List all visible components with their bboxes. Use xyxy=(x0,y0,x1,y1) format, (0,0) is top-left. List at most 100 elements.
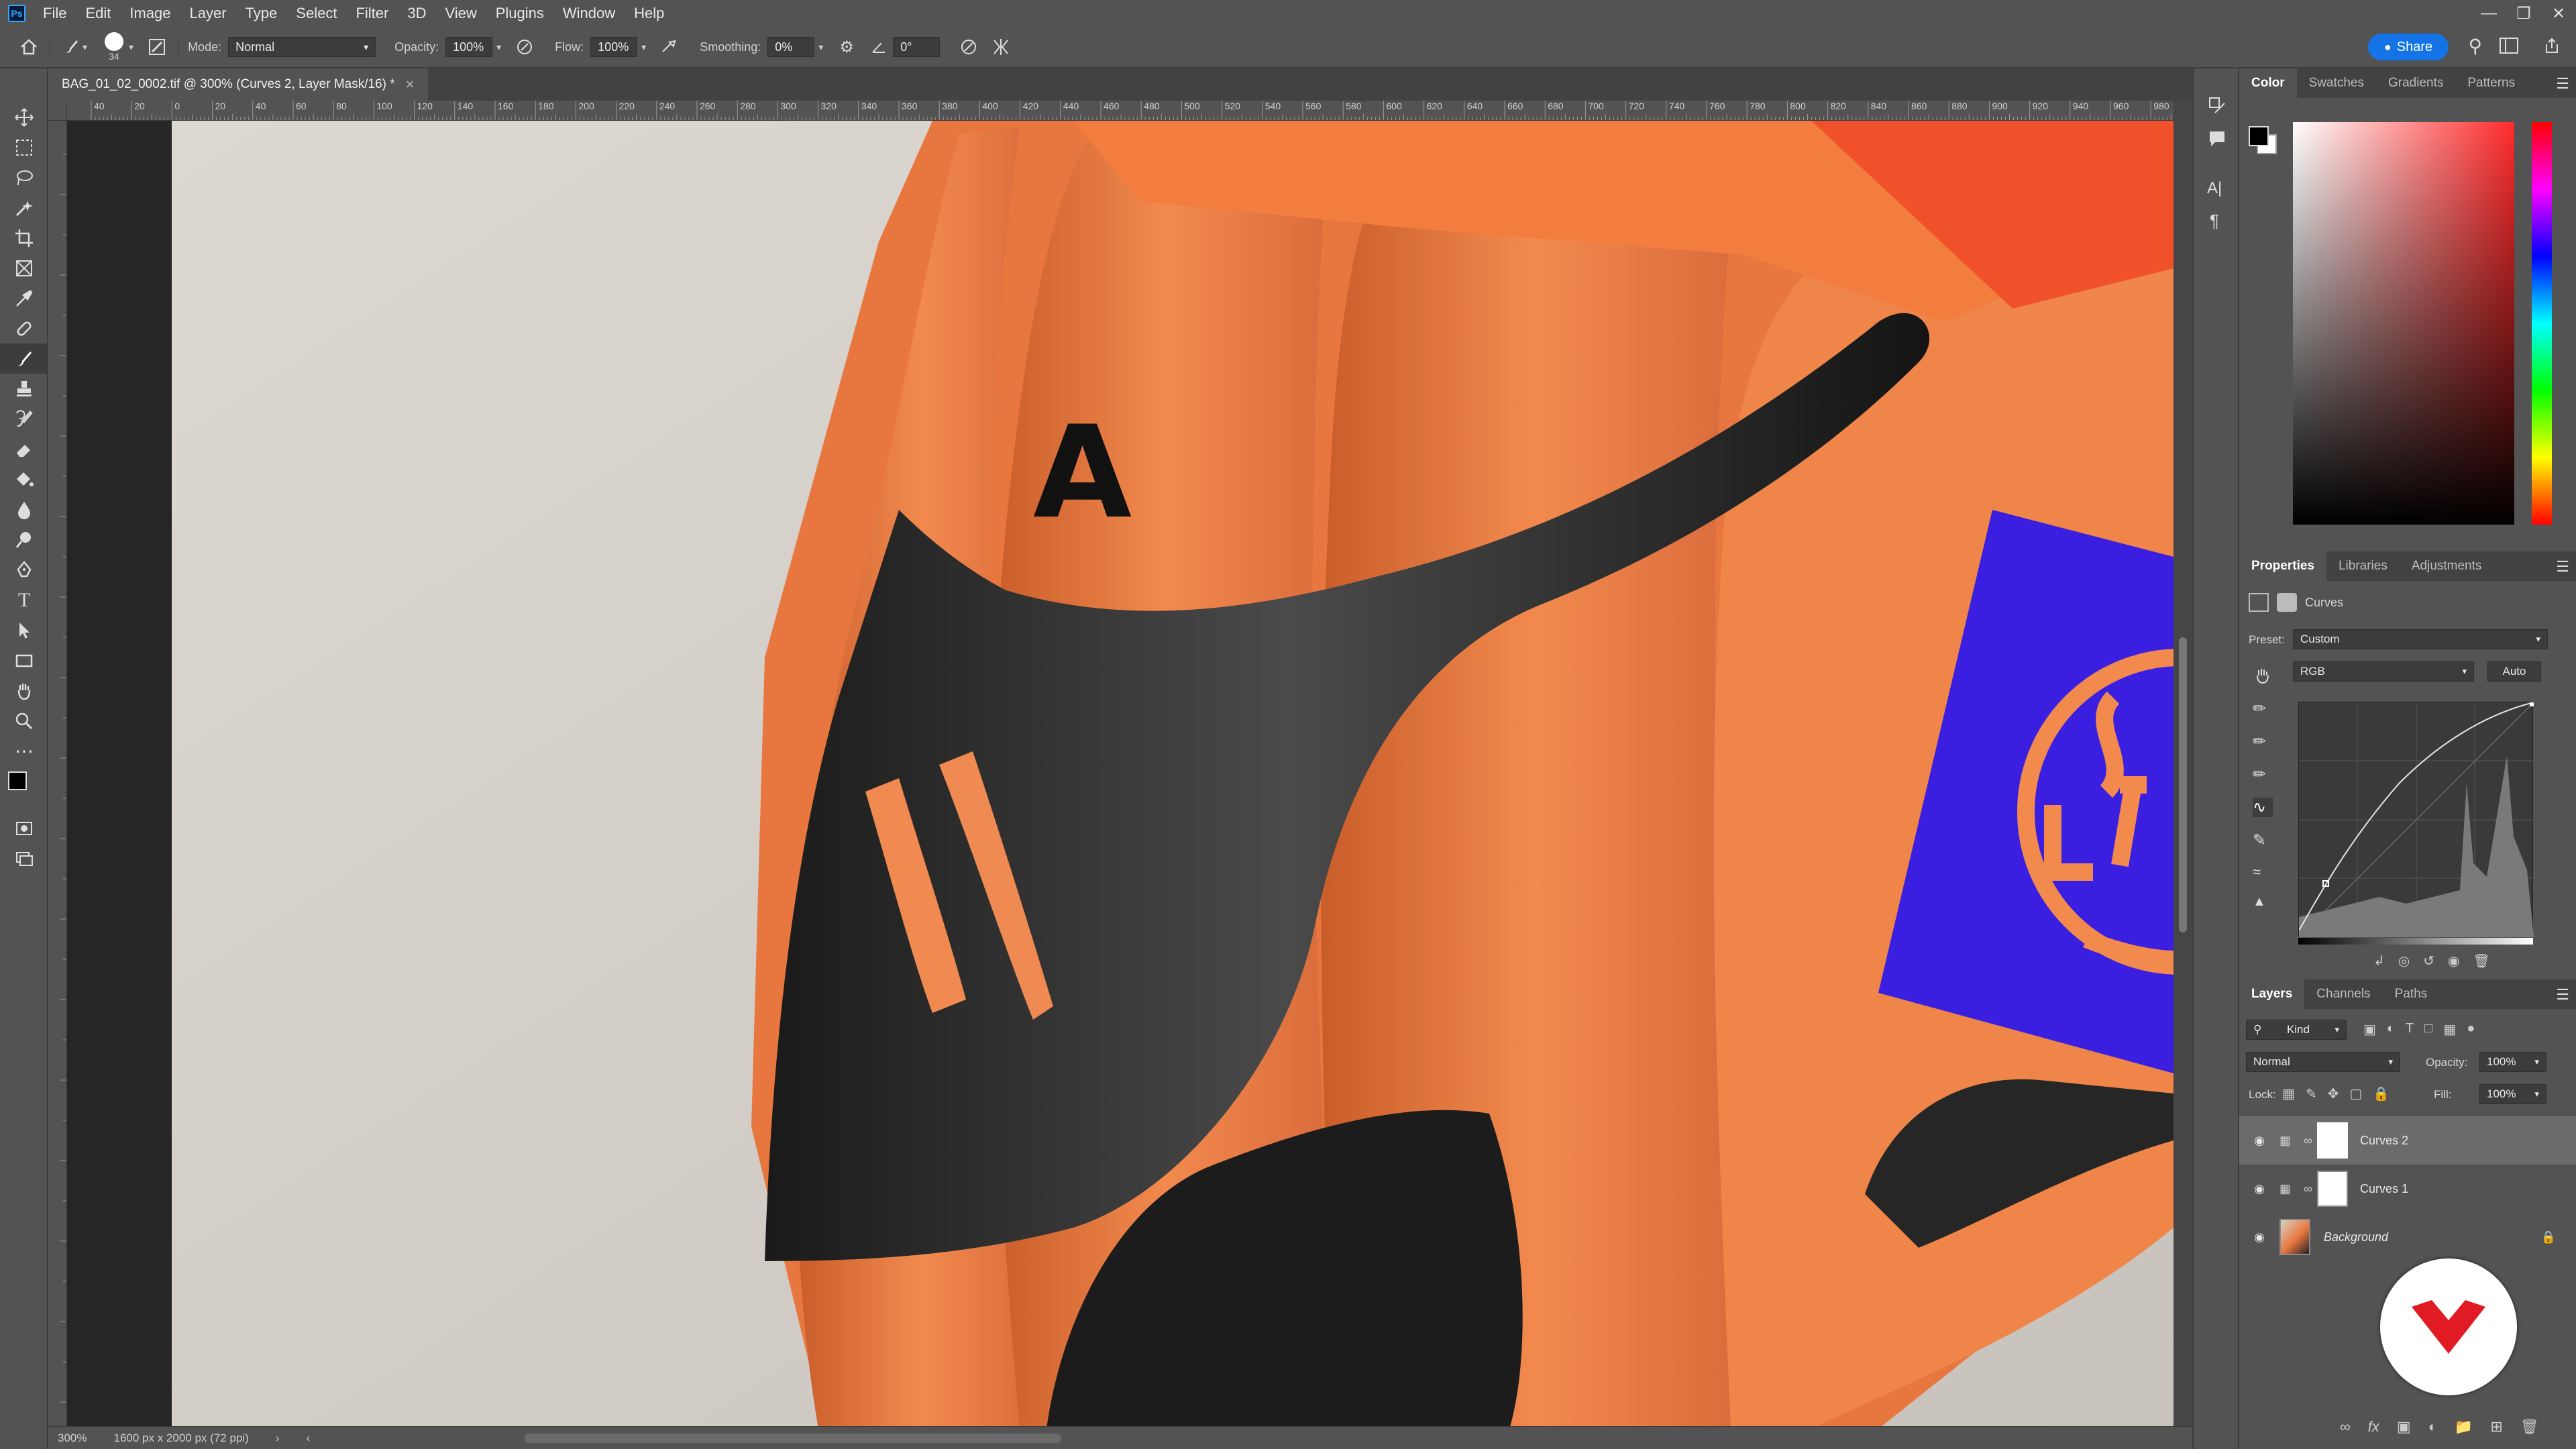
fill-input[interactable]: 100% ▾ xyxy=(2479,1084,2546,1104)
angle-input[interactable]: 0° xyxy=(893,37,941,57)
tab-libraries[interactable]: Libraries xyxy=(2326,551,2400,581)
delete-layer-icon[interactable]: 🗑 xyxy=(2520,1418,2539,1436)
home-icon[interactable] xyxy=(17,36,40,58)
symmetry-icon[interactable] xyxy=(989,36,1012,58)
workspace-icon[interactable] xyxy=(2496,34,2522,58)
tab-layers[interactable]: Layers xyxy=(2239,979,2305,1009)
tab-swatches[interactable]: Swatches xyxy=(2297,68,2376,98)
blur-tool-icon[interactable] xyxy=(0,494,48,525)
menu-view[interactable]: View xyxy=(435,5,486,22)
reset-icon[interactable]: ↺ xyxy=(2423,953,2434,969)
smoothing-options-gear-icon[interactable]: ⚙ xyxy=(835,36,858,58)
menu-filter[interactable]: Filter xyxy=(346,5,398,22)
quick-mask-icon[interactable] xyxy=(0,813,48,843)
panel-menu-icon[interactable]: ☰ xyxy=(2556,558,2569,576)
restore-icon[interactable]: ❐ xyxy=(2506,0,2541,27)
view-previous-state-icon[interactable]: ◎ xyxy=(2398,953,2410,969)
layer-thumbnail[interactable] xyxy=(2279,1219,2310,1255)
filter-toggle-icon[interactable]: ● xyxy=(2467,1021,2475,1038)
panel-menu-icon[interactable]: ☰ xyxy=(2556,986,2569,1004)
layer-row-curves-2[interactable]: ◉ ▦ ∞ Curves 2 xyxy=(2239,1116,2576,1165)
crop-tool-icon[interactable] xyxy=(0,223,48,253)
dropdown-arrow-icon[interactable]: ▾ xyxy=(83,42,87,53)
share-export-icon[interactable] xyxy=(2538,34,2565,58)
brush-tool-icon[interactable] xyxy=(0,343,48,374)
layer-name[interactable]: Background xyxy=(2324,1230,2388,1244)
vertical-scrollbar[interactable] xyxy=(2174,101,2192,1426)
visibility-eye-icon[interactable]: ◉ xyxy=(2239,1134,2279,1148)
scroll-left-icon[interactable]: ‹ xyxy=(306,1432,310,1445)
filter-type-icon[interactable]: T xyxy=(2406,1021,2414,1038)
history-panel-icon[interactable] xyxy=(2207,95,2227,115)
document-canvas[interactable]: A xyxy=(67,121,2174,1429)
brush-settings-icon[interactable] xyxy=(146,36,168,58)
layer-name[interactable]: Curves 1 xyxy=(2360,1182,2408,1196)
curve-points-icon[interactable]: ∿ xyxy=(2253,798,2273,817)
lock-all-icon[interactable]: 🔒 xyxy=(2373,1085,2390,1102)
curve-point[interactable] xyxy=(2530,702,2534,706)
visibility-eye-icon[interactable]: ◉ xyxy=(2239,1182,2279,1196)
pressure-size-icon[interactable] xyxy=(957,36,980,58)
menu-help[interactable]: Help xyxy=(625,5,674,22)
foreground-color-swatch[interactable] xyxy=(8,771,27,790)
dropdown-arrow-icon[interactable]: ▾ xyxy=(129,42,133,53)
dodge-tool-icon[interactable] xyxy=(0,525,48,555)
new-group-icon[interactable]: 📁 xyxy=(2455,1418,2473,1436)
zoom-level[interactable]: 300% xyxy=(58,1432,87,1445)
mode-select[interactable]: Normal ▾ xyxy=(228,37,376,57)
close-icon[interactable]: ✕ xyxy=(2541,0,2576,27)
white-point-eyedropper-icon[interactable]: ✏ xyxy=(2253,765,2273,784)
layer-mask-thumbnail[interactable] xyxy=(2317,1171,2348,1207)
filter-adjustment-icon[interactable]: ◐ xyxy=(2387,1021,2395,1038)
flow-input[interactable]: 100% xyxy=(590,37,638,57)
layer-filter-select[interactable]: ⚲ Kind ▾ xyxy=(2246,1020,2347,1040)
pencil-draw-curve-icon[interactable]: ✎ xyxy=(2253,830,2273,850)
clipping-warning-icon[interactable]: ▲ xyxy=(2253,894,2273,910)
color-picker-field[interactable] xyxy=(2293,122,2514,525)
layer-mask-thumbnail[interactable] xyxy=(2317,1122,2348,1159)
visibility-eye-icon[interactable]: ◉ xyxy=(2448,953,2459,969)
tab-gradients[interactable]: Gradients xyxy=(2376,68,2455,98)
lock-transparent-icon[interactable]: ▦ xyxy=(2282,1085,2295,1102)
tab-adjustments[interactable]: Adjustments xyxy=(2400,551,2494,581)
clone-stamp-tool-icon[interactable] xyxy=(0,374,48,404)
eraser-tool-icon[interactable] xyxy=(0,434,48,464)
smoothing-input[interactable]: 0% xyxy=(767,37,815,57)
black-point-eyedropper-icon[interactable]: ✏ xyxy=(2253,699,2273,718)
paint-bucket-tool-icon[interactable] xyxy=(0,464,48,494)
zoom-tool-icon[interactable] xyxy=(0,706,48,736)
opacity-input[interactable]: 100% xyxy=(445,37,493,57)
curves-graph[interactable] xyxy=(2298,702,2534,938)
filter-pixel-icon[interactable]: ▣ xyxy=(2363,1021,2376,1038)
document-tab[interactable]: BAG_01_02_0002.tif @ 300% (Curves 2, Lay… xyxy=(48,68,428,101)
horizontal-scrollbar-thumb[interactable] xyxy=(525,1433,1062,1443)
menu-file[interactable]: File xyxy=(34,5,76,22)
object-selection-tool-icon[interactable] xyxy=(0,193,48,223)
more-tools-icon[interactable]: ⋯ xyxy=(0,736,48,766)
lock-position-icon[interactable]: ✥ xyxy=(2328,1085,2339,1102)
paragraph-panel-icon[interactable]: ¶ xyxy=(2210,211,2230,231)
minimize-icon[interactable]: — xyxy=(2471,0,2506,27)
panel-menu-icon[interactable]: ☰ xyxy=(2556,75,2569,93)
dropdown-arrow-icon[interactable]: ▾ xyxy=(496,42,501,53)
lock-artboard-icon[interactable]: ▢ xyxy=(2349,1085,2362,1102)
character-panel-icon[interactable]: A| xyxy=(2207,179,2227,199)
layer-row-background[interactable]: ◉ Background 🔒 xyxy=(2239,1213,2576,1261)
lasso-tool-icon[interactable] xyxy=(0,162,48,193)
dropdown-arrow-icon[interactable]: ▾ xyxy=(818,42,823,53)
frame-tool-icon[interactable] xyxy=(0,253,48,283)
dropdown-arrow-icon[interactable]: ▾ xyxy=(641,42,646,53)
blend-mode-select[interactable]: Normal ▾ xyxy=(2246,1052,2400,1072)
rectangle-tool-icon[interactable] xyxy=(0,645,48,676)
path-selection-tool-icon[interactable] xyxy=(0,615,48,645)
menu-type[interactable]: Type xyxy=(236,5,287,22)
marquee-tool-icon[interactable] xyxy=(0,132,48,162)
pen-tool-icon[interactable] xyxy=(0,555,48,585)
airbrush-icon[interactable] xyxy=(658,36,681,58)
healing-brush-tool-icon[interactable] xyxy=(0,313,48,343)
layer-name[interactable]: Curves 2 xyxy=(2360,1134,2408,1148)
filter-smart-object-icon[interactable]: ▦ xyxy=(2443,1021,2456,1038)
curves-adjustment-icon[interactable] xyxy=(2249,593,2269,612)
close-document-icon[interactable]: × xyxy=(406,76,415,93)
layer-opacity-input[interactable]: 100% ▾ xyxy=(2479,1052,2546,1072)
